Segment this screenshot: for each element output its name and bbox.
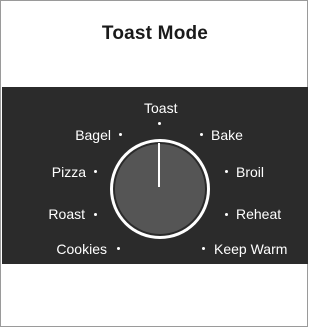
- dial-tick-broil: [225, 170, 228, 173]
- dial-option-broil[interactable]: Broil: [236, 164, 264, 180]
- dial-option-pizza[interactable]: Pizza: [52, 164, 86, 180]
- dial-option-toast[interactable]: Toast: [144, 100, 177, 116]
- dial-option-roast[interactable]: Roast: [48, 206, 85, 222]
- toast-mode-screen: Toast Mode Toast Bake Broil Reheat Keep …: [0, 0, 308, 327]
- page-title: Toast Mode: [101, 23, 209, 44]
- dial-option-reheat[interactable]: Reheat: [236, 206, 281, 222]
- dial-tick-toast: [158, 122, 161, 125]
- mode-selector-knob[interactable]: [95, 131, 225, 261]
- dial-option-keep-warm[interactable]: Keep Warm: [214, 241, 287, 257]
- dial-tick-reheat: [225, 213, 228, 216]
